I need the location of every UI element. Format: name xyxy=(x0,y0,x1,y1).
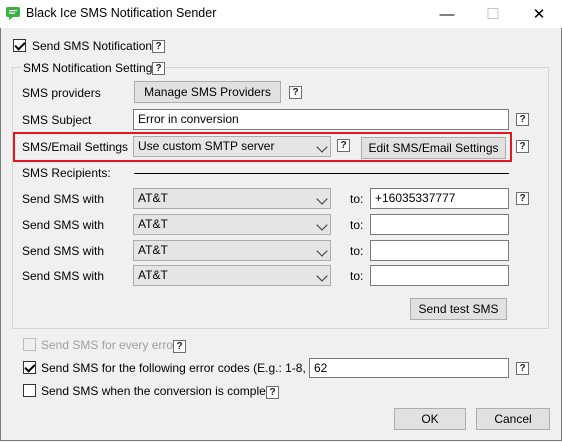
error-codes-checkbox[interactable] xyxy=(23,361,36,374)
sms-providers-label: SMS providers xyxy=(22,86,101,100)
error-codes-input[interactable]: 62 xyxy=(309,358,509,378)
recipient-2-carrier-select[interactable]: AT&T xyxy=(133,214,331,235)
chevron-down-icon xyxy=(316,245,328,257)
recipients-divider xyxy=(134,173,509,174)
on-complete-label: Send SMS when the conversion is complete xyxy=(41,384,276,398)
recipient-help-icon[interactable]: ? xyxy=(516,192,529,205)
settings-group-title: SMS Notification Settings xyxy=(21,61,161,75)
recipient-3-number-input[interactable] xyxy=(370,240,509,261)
recipient-3-carrier-select[interactable]: AT&T xyxy=(133,240,331,261)
recipient-2-to-label: to: xyxy=(350,218,364,232)
recipient-4-carrier-select[interactable]: AT&T xyxy=(133,265,331,286)
recipient-1-number-input[interactable]: +16035337777 xyxy=(370,188,509,209)
sms-email-settings-label: SMS/Email Settings xyxy=(22,140,129,154)
sms-app-icon xyxy=(6,7,20,20)
recipient-2-number-input[interactable] xyxy=(370,214,509,235)
on-complete-help-icon[interactable]: ? xyxy=(266,386,279,399)
smtp-server-select-value: Use custom SMTP server xyxy=(138,139,275,153)
send-sms-notification-label: Send SMS Notification xyxy=(32,39,153,53)
recipient-4-number-input[interactable] xyxy=(370,265,509,286)
chevron-down-icon xyxy=(316,270,328,282)
recipient-4-to-label: to: xyxy=(350,269,364,283)
recipient-4-label: Send SMS with xyxy=(22,269,105,283)
every-error-label: Send SMS for every error xyxy=(41,338,178,352)
close-button[interactable]: ✕ xyxy=(516,0,562,28)
chevron-down-icon xyxy=(316,193,328,205)
error-codes-label: Send SMS for the following error codes (… xyxy=(41,361,330,375)
sms-providers-help-icon[interactable]: ? xyxy=(289,86,302,99)
recipient-2-label: Send SMS with xyxy=(22,218,105,232)
send-sms-notification-help-icon[interactable]: ? xyxy=(152,40,165,53)
smtp-select-help-icon[interactable]: ? xyxy=(337,139,350,152)
recipient-2-carrier-value: AT&T xyxy=(138,217,168,231)
on-complete-checkbox[interactable] xyxy=(23,384,36,397)
chevron-down-icon xyxy=(316,219,328,231)
every-error-help-icon[interactable]: ? xyxy=(173,340,186,353)
sms-subject-input[interactable]: Error in conversion xyxy=(133,109,509,130)
email-settings-help-icon[interactable]: ? xyxy=(516,140,529,153)
sms-recipients-label: SMS Recipients: xyxy=(22,166,111,180)
manage-sms-providers-button[interactable]: Manage SMS Providers xyxy=(134,81,281,103)
recipient-4-carrier-value: AT&T xyxy=(138,268,168,282)
window-title: Black Ice SMS Notification Sender xyxy=(26,6,217,20)
sms-subject-label: SMS Subject xyxy=(22,113,92,127)
chevron-down-icon xyxy=(316,141,328,153)
cancel-button[interactable]: Cancel xyxy=(476,408,550,430)
recipient-3-to-label: to: xyxy=(350,244,364,258)
recipient-3-carrier-value: AT&T xyxy=(138,243,168,257)
ok-button[interactable]: OK xyxy=(394,408,466,430)
send-sms-notification-checkbox[interactable] xyxy=(13,39,26,52)
send-test-sms-button[interactable]: Send test SMS xyxy=(410,298,507,320)
every-error-checkbox xyxy=(23,338,36,351)
sms-subject-help-icon[interactable]: ? xyxy=(516,113,529,126)
maximize-button: ☐ xyxy=(486,6,500,23)
edit-sms-email-settings-button[interactable]: Edit SMS/Email Settings xyxy=(361,137,506,159)
settings-group-help-icon[interactable]: ? xyxy=(152,62,165,75)
smtp-server-select[interactable]: Use custom SMTP server xyxy=(133,136,331,157)
recipient-1-label: Send SMS with xyxy=(22,192,105,206)
recipient-1-carrier-select[interactable]: AT&T xyxy=(133,188,331,209)
recipient-1-to-label: to: xyxy=(350,192,364,206)
minimize-button[interactable]: — xyxy=(424,0,470,28)
recipient-1-carrier-value: AT&T xyxy=(138,191,168,205)
error-codes-help-icon[interactable]: ? xyxy=(516,362,529,375)
recipient-3-label: Send SMS with xyxy=(22,244,105,258)
